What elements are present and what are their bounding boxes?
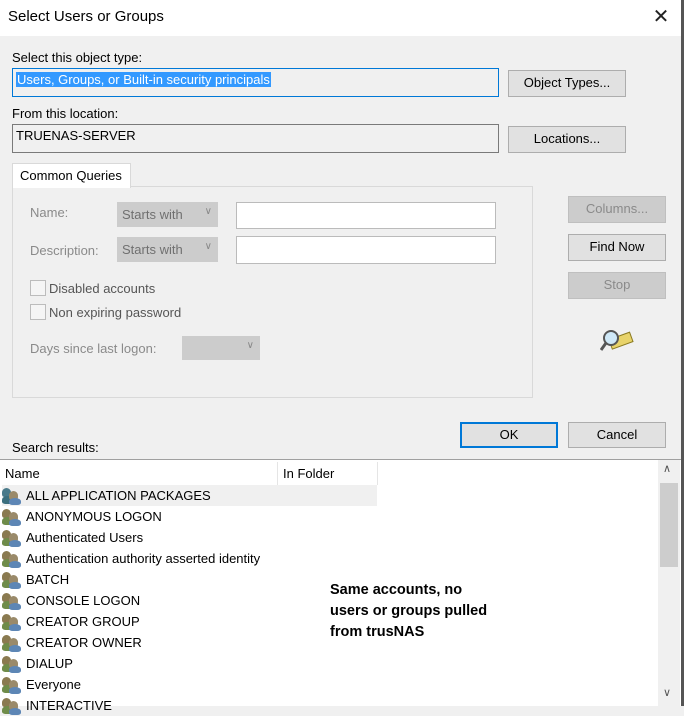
table-row[interactable]: ANONYMOUS LOGON <box>2 506 377 527</box>
row-name: ALL APPLICATION PACKAGES <box>26 488 211 503</box>
row-name: Authenticated Users <box>26 530 144 545</box>
group-icon <box>2 571 22 589</box>
chevron-down-icon: ∨ <box>246 340 254 351</box>
description-mode-select[interactable]: Starts with ∨ <box>117 237 218 262</box>
table-row[interactable]: CONSOLE LOGON <box>2 590 377 611</box>
table-row[interactable]: ALL APPLICATION PACKAGES <box>2 485 377 506</box>
row-name: BATCH <box>26 572 70 587</box>
scroll-down-icon[interactable]: ∨ <box>663 686 671 699</box>
columns-button[interactable]: Columns... <box>568 196 666 223</box>
row-name: CREATOR GROUP <box>26 614 140 629</box>
annotation-line: users or groups pulled <box>330 603 488 619</box>
stop-button[interactable]: Stop <box>568 272 666 299</box>
annotation-note: Same accounts, no users or groups pulled… <box>330 580 530 643</box>
group-icon <box>2 487 22 505</box>
table-row[interactable]: Authenticated Users <box>2 527 377 548</box>
object-type-label: Select this object type: <box>12 50 143 65</box>
group-icon <box>2 592 22 610</box>
table-row[interactable]: Everyone <box>2 674 377 695</box>
non-expiring-checkbox[interactable] <box>30 304 46 320</box>
close-icon[interactable]: ✕ <box>650 4 672 29</box>
table-row[interactable]: DIALUP <box>2 653 377 674</box>
non-expiring-label: Non expiring password <box>49 305 182 320</box>
object-types-button[interactable]: Object Types... <box>508 70 626 97</box>
group-icon <box>2 508 22 526</box>
group-icon <box>2 550 22 568</box>
window-title: Select Users or Groups <box>8 8 164 25</box>
cancel-button[interactable]: Cancel <box>568 422 666 448</box>
table-row[interactable]: Authentication authority asserted identi… <box>2 548 377 569</box>
location-field[interactable]: TRUENAS-SERVER <box>12 124 499 153</box>
find-now-button[interactable]: Find Now <box>568 234 666 261</box>
vertical-scrollbar[interactable]: ∧ ∨ <box>658 460 680 706</box>
column-header-in-folder[interactable]: In Folder <box>278 462 378 485</box>
row-name: CONSOLE LOGON <box>26 593 141 608</box>
ok-button[interactable]: OK <box>460 422 558 448</box>
row-name: CREATOR OWNER <box>26 635 142 650</box>
location-label: From this location: <box>12 106 119 121</box>
group-icon <box>2 529 22 547</box>
description-mode-value: Starts with <box>122 242 183 257</box>
name-label: Name: <box>30 205 69 220</box>
table-row[interactable]: BATCH <box>2 569 377 590</box>
scrollbar-thumb[interactable] <box>660 483 678 567</box>
column-header-name[interactable]: Name <box>0 462 278 485</box>
group-icon <box>2 634 22 652</box>
days-since-logon-label: Days since last logon: <box>30 341 157 356</box>
days-since-logon-select[interactable]: ∨ <box>182 336 260 360</box>
disabled-accounts-label: Disabled accounts <box>49 281 156 296</box>
group-icon <box>2 676 22 694</box>
name-input[interactable] <box>236 202 496 229</box>
row-name: Everyone <box>26 677 81 692</box>
search-magnifier-icon <box>599 326 634 356</box>
scroll-up-icon[interactable]: ∧ <box>663 462 671 475</box>
disabled-accounts-checkbox[interactable] <box>30 280 46 296</box>
search-results-label: Search results: <box>12 440 99 455</box>
annotation-line: Same accounts, no <box>330 582 463 598</box>
table-row[interactable]: CREATOR OWNER <box>2 632 377 653</box>
group-icon <box>2 613 22 631</box>
description-input[interactable] <box>236 236 496 264</box>
group-icon <box>2 655 22 673</box>
chevron-down-icon: ∨ <box>204 241 212 252</box>
annotation-line: from trusNAS <box>330 624 425 640</box>
description-label: Description: <box>30 243 99 258</box>
tab-common-queries[interactable]: Common Queries <box>12 163 131 188</box>
object-type-value: Users, Groups, or Built-in security prin… <box>16 72 271 87</box>
table-row[interactable]: CREATOR GROUP <box>2 611 377 632</box>
name-mode-value: Starts with <box>122 207 183 222</box>
chevron-down-icon: ∨ <box>204 206 212 217</box>
row-name: DIALUP <box>26 656 73 671</box>
locations-button[interactable]: Locations... <box>508 126 626 153</box>
row-name: Authentication authority asserted identi… <box>26 551 261 566</box>
object-type-field[interactable]: Users, Groups, or Built-in security prin… <box>12 68 499 97</box>
row-name: ANONYMOUS LOGON <box>26 509 162 524</box>
name-mode-select[interactable]: Starts with ∨ <box>117 202 218 227</box>
